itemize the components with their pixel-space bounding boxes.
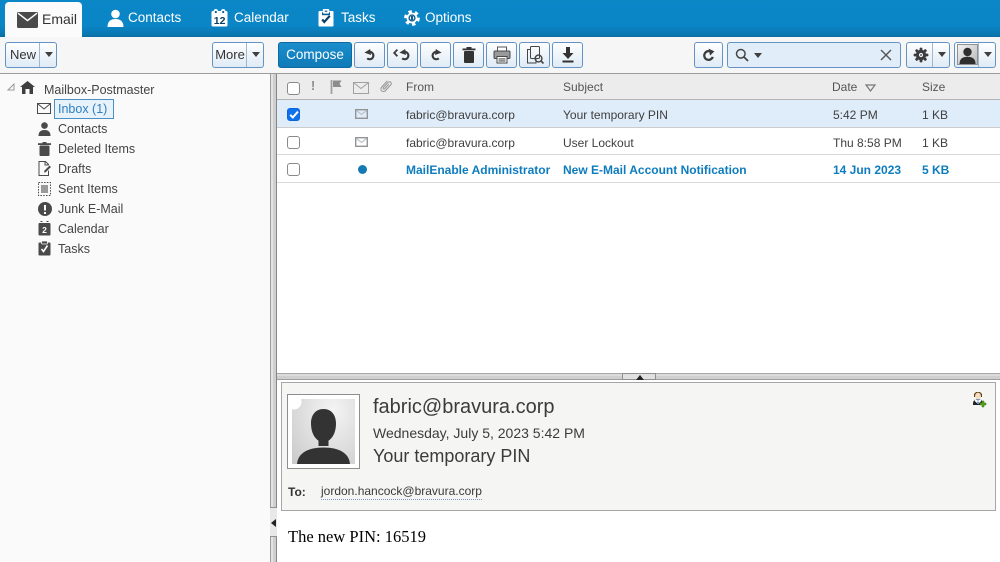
svg-text:2: 2 bbox=[42, 225, 47, 235]
svg-text:12: 12 bbox=[214, 15, 226, 27]
